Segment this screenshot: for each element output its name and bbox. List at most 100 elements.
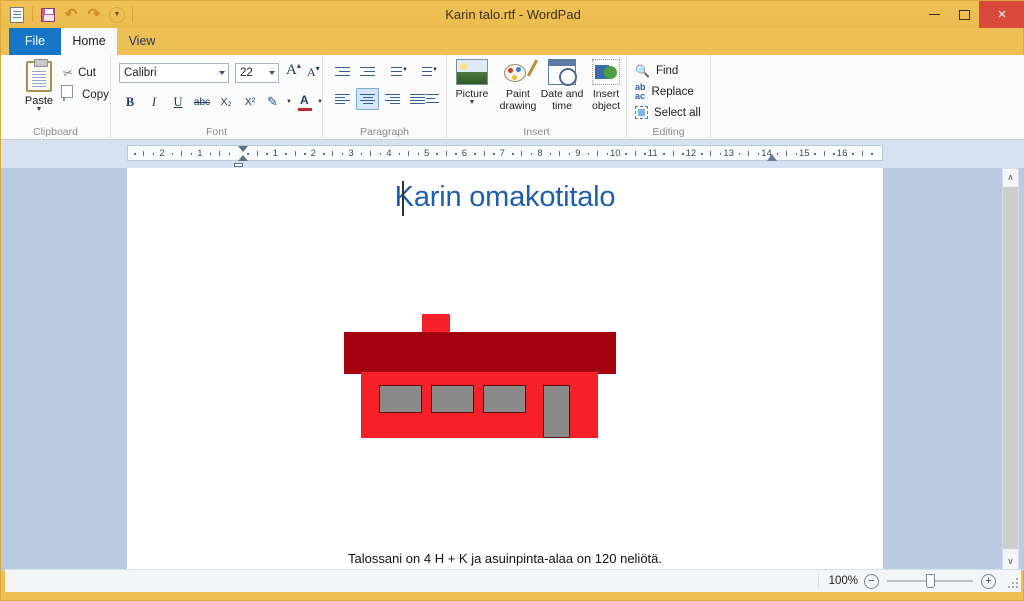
ruler-tick-2: 2 [159, 148, 165, 159]
cut-label: Cut [78, 67, 96, 79]
clipboard-group-label: Clipboard [33, 126, 78, 138]
date-and-time-button[interactable]: Date and time [539, 59, 585, 112]
tab-file[interactable]: File [9, 28, 61, 55]
maximize-button[interactable] [949, 1, 979, 28]
align-center-icon [360, 93, 375, 105]
select-all-button[interactable]: Select all [635, 103, 701, 122]
ruler-mark [682, 153, 684, 155]
tab-view[interactable]: View [117, 28, 167, 55]
shrink-font-button[interactable]: A▾ [307, 64, 320, 80]
ribbon-group-editing: 🔍 Find ab ac Replace Select all Editing [627, 55, 711, 140]
italic-button[interactable]: I [143, 91, 165, 113]
decrease-indent-button[interactable] [331, 61, 354, 83]
picture-caret-icon[interactable]: ▼ [469, 99, 476, 106]
zoom-out-button[interactable]: − [864, 573, 879, 589]
bullets-caret-icon[interactable]: ▼ [402, 67, 408, 73]
scroll-down-icon[interactable]: ∨ [1003, 553, 1018, 570]
font-color-button[interactable] [294, 91, 316, 113]
scroll-up-icon[interactable]: ∧ [1003, 169, 1018, 186]
font-size-value: 22 [240, 67, 253, 79]
ruler-mark [521, 151, 523, 156]
ruler-mark [833, 153, 835, 155]
paragraph-settings-button[interactable] [422, 88, 445, 110]
title-bar: ↶ ↷ ▼ Karin talo.rtf - WordPad × [1, 1, 1024, 28]
find-button[interactable]: 🔍 Find [635, 61, 678, 80]
ruler-mark [190, 153, 193, 155]
ruler-mark [332, 151, 334, 156]
text-highlight-button[interactable] [263, 91, 285, 113]
paint-drawing-button[interactable]: Paint drawing [495, 59, 541, 112]
font-color-caret-icon[interactable]: ▼ [317, 99, 323, 105]
insert-group-label: Insert [523, 126, 550, 138]
font-family-combobox[interactable]: Calibri [119, 63, 229, 83]
align-right-button[interactable] [381, 88, 404, 110]
ruler-mark [512, 153, 514, 155]
insert-picture-button[interactable]: Picture ▼ [449, 59, 495, 106]
tab-home[interactable]: Home [61, 28, 117, 55]
paragraph-settings-icon [426, 93, 441, 105]
grow-font-button[interactable]: A▴ [286, 61, 301, 79]
align-center-button[interactable] [356, 88, 379, 110]
ruler-mark [341, 153, 344, 155]
ruler-mark [256, 151, 258, 156]
house-body [361, 372, 598, 438]
paragraph-group-label: Paragraph [359, 126, 410, 138]
house-door [543, 385, 570, 438]
house-window-1 [379, 385, 422, 413]
ruler-tick-9: 9 [575, 148, 581, 159]
align-left-button[interactable] [331, 88, 354, 110]
ruler-mark [379, 153, 382, 155]
superscript-button[interactable]: X² [239, 91, 261, 113]
ruler-mark [294, 151, 296, 156]
insert-object-label: Insert object [591, 88, 621, 112]
document-page[interactable]: Karin omakotitalo Talossani on 4 H + K j… [127, 168, 883, 571]
cut-button[interactable]: ✂ Cut [62, 64, 96, 82]
ruler-mark [474, 153, 476, 155]
picture-icon [456, 59, 488, 85]
paste-button[interactable]: Paste ▼ [15, 59, 63, 123]
zoom-slider[interactable] [887, 574, 973, 588]
minimize-button[interactable] [919, 1, 949, 28]
replace-button[interactable]: ab ac Replace [635, 82, 694, 101]
first-line-indent-marker[interactable] [238, 146, 248, 152]
resize-grip[interactable] [1004, 574, 1018, 588]
increase-indent-button[interactable] [356, 61, 379, 83]
hanging-indent-marker[interactable] [238, 155, 248, 161]
chevron-down-icon-2 [269, 71, 275, 75]
line-spacing-caret-icon[interactable]: ▼ [432, 67, 438, 73]
ruler-mark [417, 153, 419, 155]
insert-object-button[interactable]: Insert object [583, 59, 629, 112]
ruler-mark [398, 153, 401, 155]
ruler-mark [823, 151, 825, 156]
paste-caret-icon[interactable]: ▼ [36, 106, 43, 113]
scrollbar-thumb[interactable] [1003, 187, 1018, 549]
vertical-scrollbar[interactable]: ∧ ∨ [1002, 168, 1019, 571]
highlighter-icon [266, 94, 282, 110]
select-all-icon [635, 106, 648, 119]
ruler-mark [228, 153, 230, 155]
subscript-button[interactable]: X₂ [215, 91, 237, 113]
document-canvas[interactable]: Karin omakotitalo Talossani on 4 H + K j… [1, 168, 1024, 571]
underline-button[interactable]: U [167, 91, 189, 113]
close-button[interactable]: × [979, 1, 1024, 28]
ruler-mark [606, 153, 608, 155]
ruler-tick-4: 4 [386, 148, 392, 159]
zoom-in-button[interactable]: + [981, 573, 996, 589]
highlight-caret-icon[interactable]: ▼ [286, 99, 292, 105]
ruler-tick-14: 14 [761, 148, 772, 159]
bold-button[interactable]: B [119, 91, 141, 113]
font-size-combobox[interactable]: 22 [235, 63, 279, 83]
font-format-row: B I U abc X₂ X² ▼ ▼ [119, 91, 323, 113]
ruler-mark [786, 151, 788, 156]
strikethrough-button[interactable]: abc [191, 91, 213, 113]
decrease-indent-icon [335, 66, 350, 78]
copy-button[interactable]: Copy [63, 86, 109, 104]
horizontal-ruler[interactable]: 2 1 1 2 3 4 5 6 7 8 9 10 11 12 13 14 15 16 [127, 145, 883, 167]
align-right-icon [385, 93, 400, 105]
house-drawing[interactable] [344, 314, 616, 438]
left-indent-marker[interactable] [234, 163, 243, 167]
window-title: Karin talo.rtf - WordPad [445, 7, 581, 22]
house-window-2 [431, 385, 474, 413]
zoom-slider-thumb[interactable] [926, 574, 935, 588]
ruler-mark [152, 153, 155, 155]
